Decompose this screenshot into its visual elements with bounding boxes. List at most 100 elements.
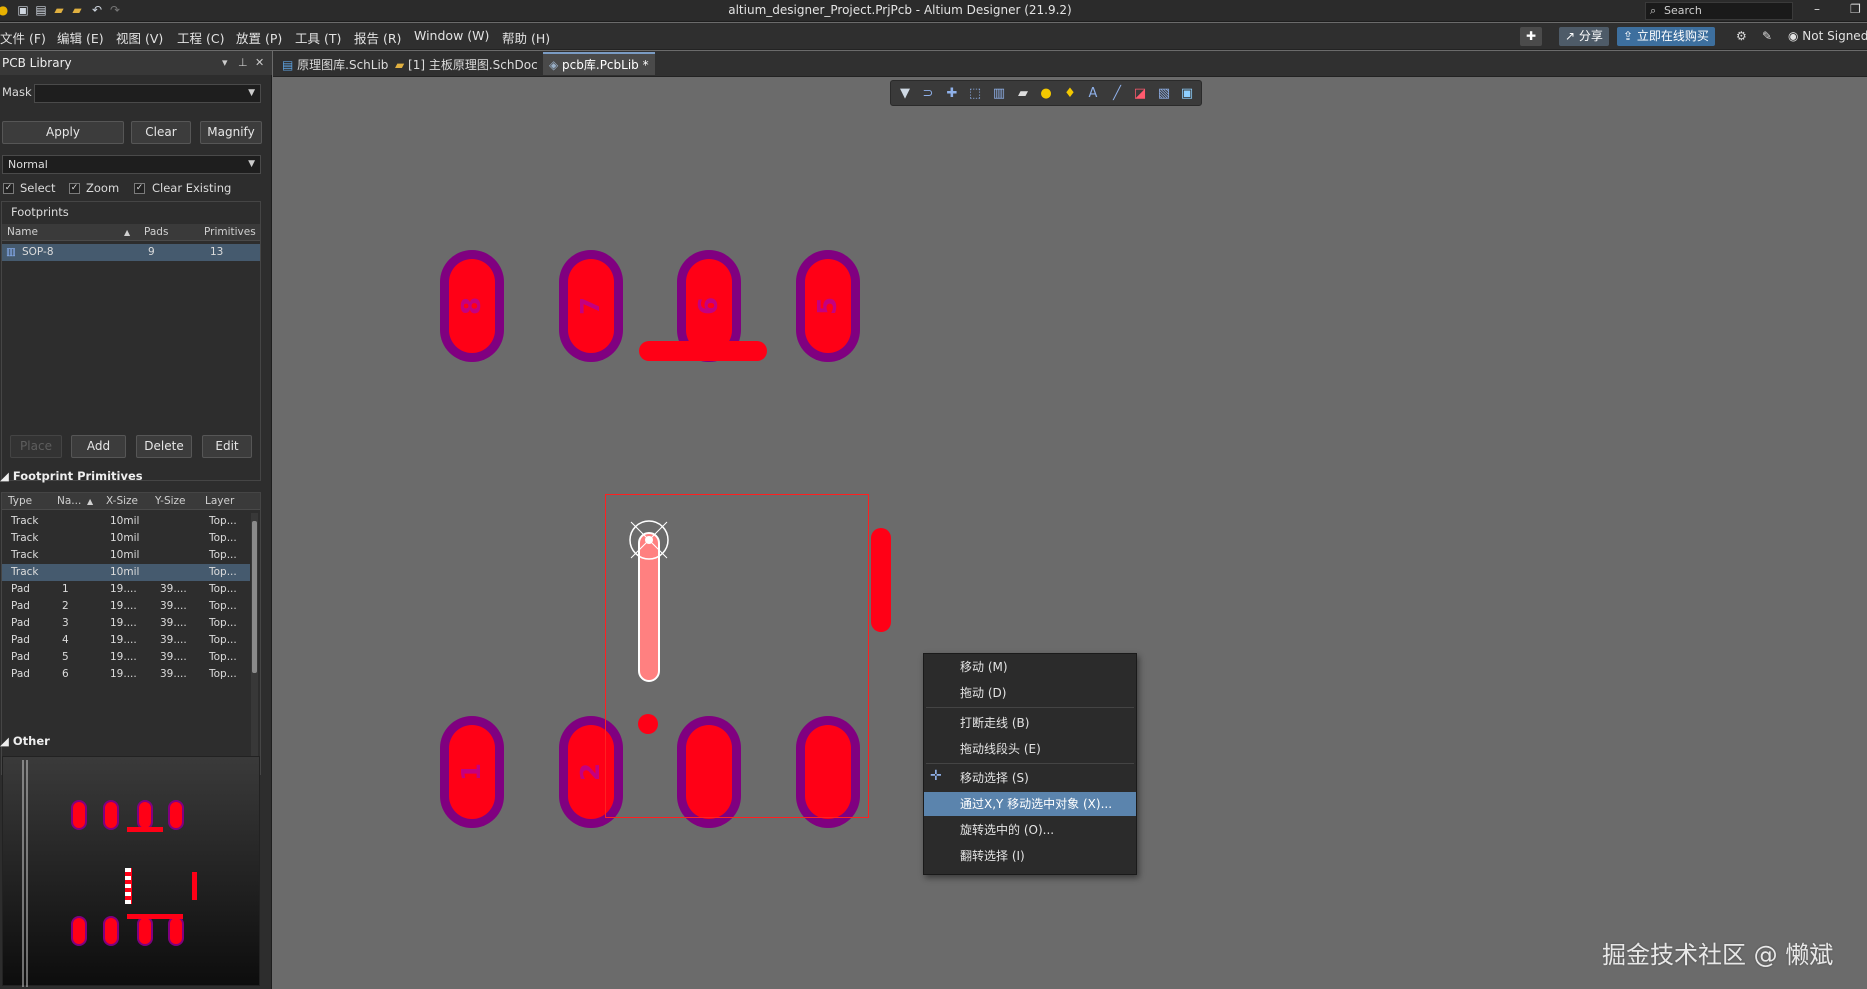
primitive-row[interactable]: Pad 1 19.... 39.... Top... (2, 581, 250, 598)
place-button[interactable]: Place (10, 435, 62, 458)
mask-input[interactable]: ▼ (34, 84, 261, 103)
menu-tools[interactable]: 工具 (T) (295, 28, 341, 47)
pad-8[interactable]: 8 (440, 250, 504, 362)
select-rect-icon[interactable]: ⬚ (965, 84, 985, 104)
footprints-header: Name ▲ Pads Primitives (2, 224, 260, 241)
menu-separator (926, 763, 1134, 764)
primitives-scrollbar[interactable] (251, 513, 258, 771)
active-bar: ▼ ⊃ ✚ ⬚ ▥ ▰ ● ♦ A ╱ ◪ ▧ ▣ (890, 80, 1202, 106)
apply-button[interactable]: Apply (2, 121, 124, 144)
other-section-title[interactable]: ◢ Other (0, 734, 50, 748)
tab-pcblib[interactable]: ◈ pcb库.PcbLib * (543, 52, 655, 75)
scrollbar-thumb[interactable] (252, 521, 257, 673)
prim-col-xsize[interactable]: X-Size (106, 495, 138, 507)
magnify-button[interactable]: Magnify (200, 121, 262, 144)
minimize-icon[interactable]: – (1814, 2, 1820, 16)
primitive-row[interactable]: Pad 3 19.... 39.... Top... (2, 615, 250, 632)
share-label: 分享 (1578, 29, 1603, 43)
primitive-row[interactable]: Track 10mil Top... (2, 547, 250, 564)
footprint-row[interactable]: ▥ SOP-8 9 13 (2, 244, 260, 261)
text-icon[interactable]: A (1083, 84, 1103, 104)
user-button[interactable]: ◉ Not Signed (1782, 27, 1867, 46)
fp-primitives: 13 (210, 246, 224, 258)
dimension-icon[interactable]: ◪ (1130, 84, 1150, 104)
primitives-section-title[interactable]: ◢ Footprint Primitives (0, 469, 143, 483)
menu-item-move-selection-xy[interactable]: 通过X,Y 移动选中对象 (X)... (924, 792, 1136, 816)
crosshair-icon[interactable]: ✚ (942, 84, 962, 104)
primitive-row[interactable]: Pad 4 19.... 39.... Top... (2, 632, 250, 649)
add-button[interactable]: Add (71, 435, 126, 458)
menu-project[interactable]: 工程 (C) (177, 28, 224, 47)
menu-item-drag-track-end[interactable]: 拖动线段头 (E) (924, 737, 1136, 761)
primitive-row[interactable]: Track 10mil Top... (2, 513, 250, 530)
right-track[interactable] (871, 528, 891, 632)
fp-col-primitives[interactable]: Primitives (204, 226, 256, 238)
settings-button[interactable]: ⚙ (1730, 27, 1753, 46)
line-icon[interactable]: ╱ (1107, 84, 1127, 104)
footprints-group-label: Footprints (11, 205, 69, 219)
menu-edit[interactable]: 编辑 (E) (57, 28, 104, 47)
menu-item-move-selection[interactable]: 移动选择 (S) (924, 766, 1136, 790)
comment-button[interactable]: ✚ (1520, 27, 1543, 46)
edit-button[interactable]: Edit (202, 435, 252, 458)
menu-separator (926, 707, 1134, 708)
prim-col-type[interactable]: Type (8, 495, 32, 507)
zoom-checkbox[interactable]: ✓ (69, 183, 80, 194)
primitive-row[interactable]: Pad 6 19.... 39.... Top... (2, 666, 250, 683)
fp-col-name[interactable]: Name (7, 226, 38, 238)
route-icon[interactable]: ⊃ (918, 84, 938, 104)
prim-col-ysize[interactable]: Y-Size (155, 495, 186, 507)
tab-schlib[interactable]: ▤ 原理图库.SchLib (276, 54, 394, 77)
menu-help[interactable]: 帮助 (H) (502, 28, 550, 47)
filter-icon[interactable]: ▼ (895, 84, 915, 104)
primitive-y: 39.... (160, 583, 187, 595)
primitive-row[interactable]: Pad 2 19.... 39.... Top... (2, 598, 250, 615)
region-icon[interactable]: ▣ (1177, 84, 1197, 104)
pcb-canvas[interactable]: ▼ ⊃ ✚ ⬚ ▥ ▰ ● ♦ A ╱ ◪ ▧ ▣ 8 7 6 5 1 2 移动… (273, 78, 1867, 989)
search-input[interactable]: ⌕ Search (1645, 2, 1793, 20)
prim-col-name[interactable]: Na... (57, 495, 81, 507)
fp-col-pads[interactable]: Pads (144, 226, 168, 238)
component-icon[interactable]: ▰ (1013, 84, 1033, 104)
restore-icon[interactable]: ❐ (1850, 2, 1861, 16)
pin-icon[interactable]: ⊥ (238, 51, 248, 75)
track-end[interactable] (638, 714, 658, 734)
select-checkbox[interactable]: ✓ (3, 183, 14, 194)
menu-item-drag[interactable]: 拖动 (D) (924, 681, 1136, 705)
footprint-preview[interactable] (2, 756, 260, 987)
primitive-row[interactable]: Track 10mil Top... (2, 530, 250, 547)
pad-7[interactable]: 7 (559, 250, 623, 362)
clear-button[interactable]: Clear (131, 121, 191, 144)
primitive-row[interactable]: Track 10mil Top... (2, 564, 250, 581)
prim-col-layer[interactable]: Layer (205, 495, 234, 507)
primitive-layer: Top... (209, 668, 237, 680)
menu-item-break-track[interactable]: 打断走线 (B) (924, 711, 1136, 735)
menu-reports[interactable]: 报告 (R) (354, 28, 401, 47)
share-button[interactable]: ↗ 分享 (1559, 27, 1609, 46)
primitive-row[interactable]: Pad 5 19.... 39.... Top... (2, 649, 250, 666)
panel-menu-icon[interactable]: ▾ (222, 51, 228, 75)
clear-existing-checkbox[interactable]: ✓ (134, 183, 145, 194)
menu-item-move[interactable]: 移动 (M) (924, 655, 1136, 679)
menu-item-rotate-selection[interactable]: 旋转选中的 (O)... (924, 818, 1136, 842)
top-track[interactable] (639, 341, 767, 361)
tab-schdoc[interactable]: ▰ [1] 主板原理图.SchDoc (389, 54, 544, 77)
pad-1[interactable]: 1 (440, 716, 504, 828)
menu-item-flip-selection[interactable]: 翻转选择 (I) (924, 844, 1136, 868)
menu-place[interactable]: 放置 (P) (236, 28, 282, 47)
buy-online-button[interactable]: ⇪ 立即在线购买 (1617, 27, 1715, 46)
other-title: Other (12, 734, 50, 748)
menu-view[interactable]: 视图 (V) (116, 28, 163, 47)
schdoc-icon: ▰ (395, 58, 409, 72)
mode-select[interactable]: Normal ▼ (2, 155, 261, 174)
close-icon[interactable]: ✕ (255, 51, 264, 75)
pad-place-icon[interactable]: ♦ (1060, 84, 1080, 104)
pad-5[interactable]: 5 (796, 250, 860, 362)
align-icon[interactable]: ▥ (989, 84, 1009, 104)
menu-file[interactable]: 文件 (F) (0, 28, 46, 47)
notifications-button[interactable]: ✎ (1756, 27, 1778, 46)
keepout-icon[interactable]: ▧ (1154, 84, 1174, 104)
delete-button[interactable]: Delete (136, 435, 192, 458)
via-icon[interactable]: ● (1036, 84, 1056, 104)
menu-window[interactable]: Window (W) (414, 28, 489, 43)
